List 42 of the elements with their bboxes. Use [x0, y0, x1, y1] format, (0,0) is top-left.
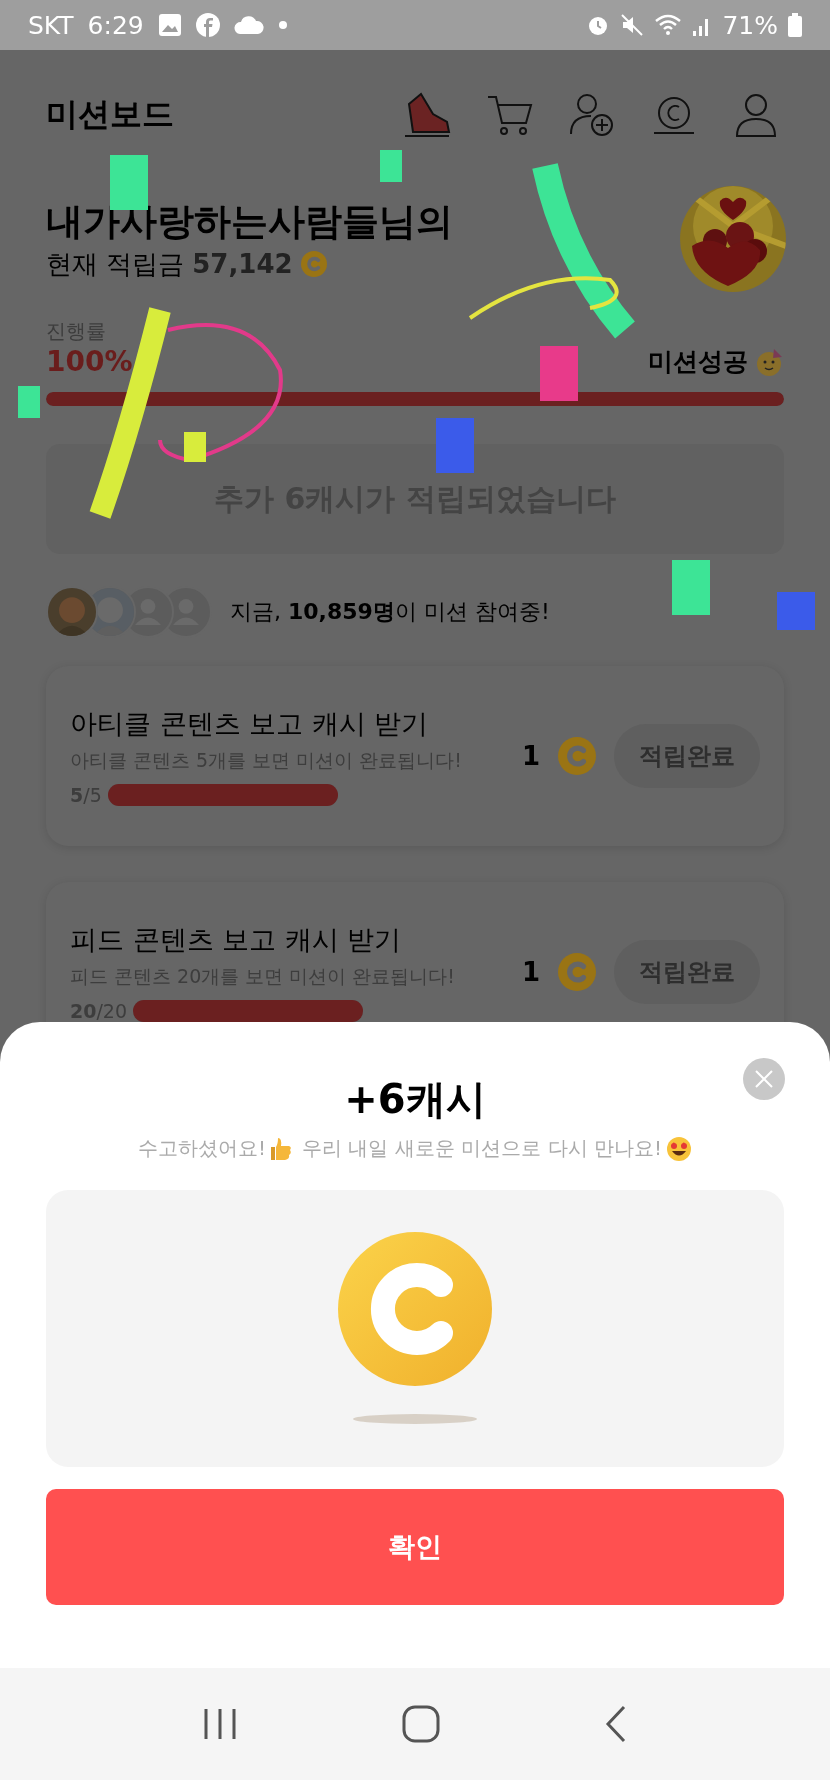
coin-icon: [558, 737, 596, 775]
reward-amount: 1: [521, 741, 540, 771]
thumbs-up-icon: [270, 1135, 293, 1162]
balance-amount: 57,142: [192, 249, 293, 279]
home-icon[interactable]: [402, 1705, 440, 1743]
recent-apps-icon[interactable]: [202, 1707, 238, 1741]
reward-amount: 1: [521, 957, 540, 987]
carrier-text: SKT: [28, 10, 74, 40]
progress-percent: 100%: [46, 345, 133, 378]
time-text: 6:29: [87, 10, 144, 40]
close-icon: [754, 1069, 774, 1089]
status-text: 미션성공: [648, 346, 748, 378]
coin-icon: [558, 953, 596, 991]
mute-icon: [620, 13, 645, 37]
confetti-piece: [540, 346, 578, 401]
sheet-message: 우리 내일 새로운 미션으로 다시 만나요!: [302, 1135, 662, 1162]
confetti-piece: [380, 150, 402, 182]
user-name: 내가사랑하는사람들님의: [46, 198, 453, 245]
sheet-title: +6캐시: [344, 1075, 486, 1124]
social-app-icon: [195, 13, 220, 37]
confirm-button[interactable]: 확인: [46, 1489, 784, 1605]
party-face-icon: [754, 346, 784, 377]
wifi-icon: [654, 13, 683, 37]
coin-icon: [300, 251, 327, 277]
battery-icon: [788, 13, 802, 37]
confetti-piece: [777, 592, 815, 630]
cloud-icon: [233, 16, 264, 34]
confetti-piece: [18, 386, 40, 418]
confetti-piece: [184, 432, 206, 462]
confetti-piece: [436, 418, 474, 473]
image-icon: [157, 13, 182, 37]
participants-text: 지금, 10,859명이 미션 참여중!: [230, 598, 550, 626]
back-icon[interactable]: [604, 1705, 628, 1743]
star-eyes-face-icon: [665, 1135, 692, 1162]
mission-title: 아티클 콘텐츠 보고 캐시 받기: [70, 707, 430, 741]
battery-text: 71%: [722, 10, 778, 40]
sheet-message: 수고하셨어요!: [138, 1135, 267, 1162]
balance-label: 현재 적립금: [46, 247, 185, 281]
dot-icon: [277, 20, 288, 30]
page-title: 미션보드: [46, 94, 174, 135]
mission-title: 피드 콘텐츠 보고 캐시 받기: [70, 923, 403, 957]
confetti-piece: [672, 560, 710, 615]
